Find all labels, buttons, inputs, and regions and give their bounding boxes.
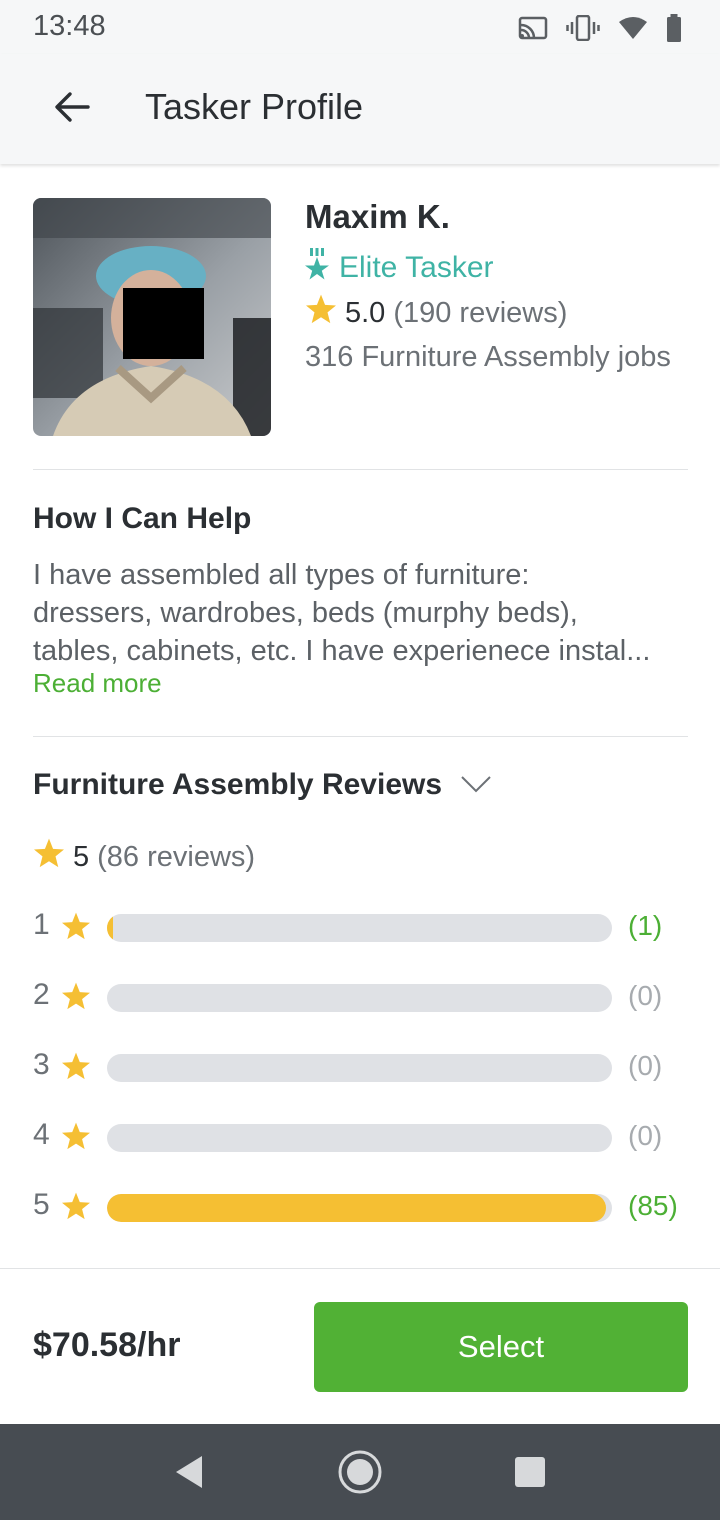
rating-row-1: 1 (1) xyxy=(33,908,693,948)
help-line: tables, cabinets, etc. I have experienec… xyxy=(33,635,651,667)
rating-row-count: (0) xyxy=(628,1050,663,1081)
help-heading: How I Can Help xyxy=(33,502,252,535)
hourly-rate: $70.58/hr xyxy=(33,1326,181,1364)
star-icon xyxy=(61,912,91,945)
rating-row-3: 3 (0) xyxy=(33,1048,693,1088)
rating-bar-fill xyxy=(107,1194,606,1222)
nav-back-button[interactable] xyxy=(168,1448,216,1496)
rating-row-stars: 4 xyxy=(33,1118,50,1151)
average-count: (86 reviews) xyxy=(97,840,256,873)
rating-row-stars: 5 xyxy=(33,1188,50,1221)
star-icon xyxy=(61,1122,91,1155)
rating-row-stars: 1 xyxy=(33,908,50,941)
cast-icon xyxy=(518,16,548,40)
rating-value: 5.0 xyxy=(345,296,386,329)
reviews-average: 5 (86 reviews) xyxy=(33,838,255,876)
rating-bar-track xyxy=(107,1054,612,1082)
chevron-down-icon xyxy=(460,768,492,802)
rating-bar-track xyxy=(107,1124,612,1152)
footer-divider xyxy=(0,1268,720,1269)
divider xyxy=(33,736,688,737)
elite-badge: Elite Tasker xyxy=(305,248,494,288)
read-more-link[interactable]: Read more xyxy=(33,668,162,699)
rating-row-count: (1) xyxy=(628,910,663,941)
rating-row-2: 2 (0) xyxy=(33,978,693,1018)
page-title: Tasker Profile xyxy=(145,86,364,127)
help-line: I have assembled all types of furniture: xyxy=(33,559,530,591)
rating-bar-track xyxy=(107,914,612,942)
divider xyxy=(33,469,688,470)
help-line: dressers, wardrobes, beds (murphy beds), xyxy=(33,597,578,629)
rating-bar-track xyxy=(107,1194,612,1222)
elite-label: Elite Tasker xyxy=(339,251,494,284)
reviews-category-dropdown[interactable]: Furniture Assembly Reviews xyxy=(33,768,492,802)
star-icon xyxy=(61,1052,91,1085)
wifi-icon xyxy=(618,16,648,40)
rating-row-stars: 2 xyxy=(33,978,50,1011)
rating-row-4: 4 (0) xyxy=(33,1118,693,1158)
nav-home-button[interactable] xyxy=(336,1448,384,1496)
average-value: 5 xyxy=(73,840,90,873)
status-time: 13:48 xyxy=(33,10,106,42)
status-icons xyxy=(518,12,682,44)
help-description: I have assembled all types of furniture:… xyxy=(33,556,693,670)
square-recents-icon xyxy=(506,1457,554,1500)
nav-recents-button[interactable] xyxy=(506,1448,554,1496)
arrow-left-icon xyxy=(54,91,90,128)
jobs-count: 316 Furniture Assembly jobs xyxy=(305,341,671,373)
select-button[interactable]: Select xyxy=(314,1302,688,1392)
rating-row-count: (0) xyxy=(628,1120,663,1151)
star-icon xyxy=(61,1192,91,1225)
rating-row-5: 5 (85) xyxy=(33,1188,693,1228)
triangle-back-icon xyxy=(168,1456,216,1500)
rating-row-count: (85) xyxy=(628,1190,678,1221)
vibrate-icon xyxy=(566,15,600,41)
rating-bar-fill xyxy=(107,914,113,942)
back-button[interactable] xyxy=(38,80,106,138)
rating-bar-track xyxy=(107,984,612,1012)
star-icon xyxy=(61,982,91,1015)
battery-icon xyxy=(666,14,682,42)
tasker-name: Maxim K. xyxy=(305,198,450,235)
tasker-avatar xyxy=(33,198,271,436)
tasker-rating: 5.0 (190 reviews) xyxy=(305,294,567,332)
rating-count: (190 reviews) xyxy=(393,296,568,329)
star-icon xyxy=(33,838,65,876)
elite-tasker-icon xyxy=(305,248,329,288)
star-icon xyxy=(305,294,337,332)
rating-row-stars: 3 xyxy=(33,1048,50,1081)
reviews-heading: Furniture Assembly Reviews xyxy=(33,768,443,801)
rating-row-count: (0) xyxy=(628,980,663,1011)
circle-home-icon xyxy=(336,1450,384,1500)
